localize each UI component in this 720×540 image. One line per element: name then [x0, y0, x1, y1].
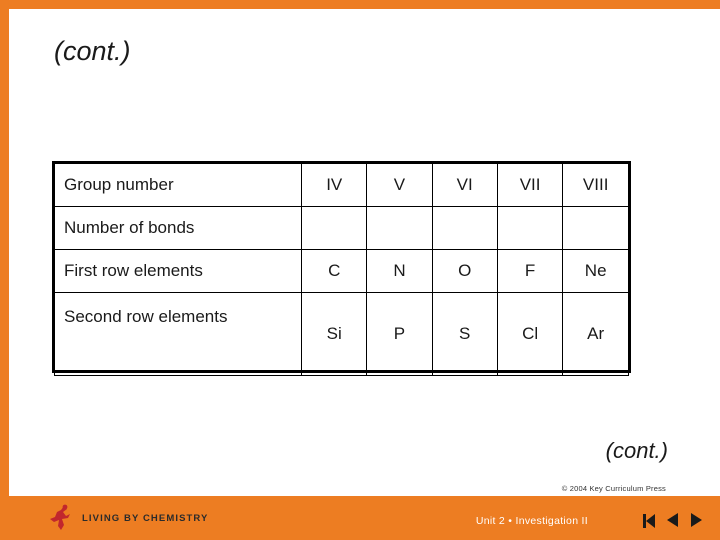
logo-text: LIVING BY CHEMISTRY — [82, 512, 209, 524]
footer-text: Unit 2 • Investigation II — [475, 515, 588, 527]
table-cell — [366, 206, 433, 250]
table-cell: VIII — [562, 163, 629, 207]
table-cell — [431, 206, 498, 250]
row-label: Number of bonds — [53, 206, 303, 250]
copyright-text: © 2004 Key Curriculum Press — [561, 484, 666, 493]
table-row: First row elements C N O F Ne — [53, 249, 629, 293]
continued-label: (cont.) — [605, 438, 668, 463]
table-cell: F — [496, 249, 564, 293]
table-cell: S — [431, 292, 498, 376]
runner-logo-icon — [46, 503, 76, 533]
table-row: Second row elements Si P S Cl Ar — [53, 292, 629, 376]
table-cell: O — [431, 249, 498, 293]
slide: (cont.) Group number IV V VI VII VIII Nu… — [0, 0, 720, 540]
table-cell: Cl — [496, 292, 564, 376]
first-slide-icon[interactable] — [643, 513, 658, 528]
table-cell: VII — [496, 163, 564, 207]
previous-slide-icon[interactable] — [667, 513, 682, 528]
row-label: Group number — [53, 163, 303, 207]
table-cell: C — [301, 249, 368, 293]
table-cell: V — [366, 163, 433, 207]
table-cell: Ar — [562, 292, 629, 376]
table-cell: IV — [301, 163, 368, 207]
top-accent-bar — [0, 0, 720, 9]
table-row: Group number IV V VI VII VIII — [53, 163, 629, 207]
row-label: Second row elements — [53, 292, 303, 376]
row-label: First row elements — [53, 249, 303, 293]
logo: LIVING BY CHEMISTRY — [46, 503, 211, 533]
table-cell: Si — [301, 292, 368, 376]
table-row: Number of bonds — [53, 206, 629, 250]
table-cell — [562, 206, 629, 250]
table-cell: VI — [431, 163, 498, 207]
table-cell — [301, 206, 368, 250]
next-slide-icon[interactable] — [691, 513, 706, 528]
left-accent-bar — [0, 0, 9, 540]
table-cell: N — [366, 249, 433, 293]
elements-table: Group number IV V VI VII VIII Number of … — [53, 163, 629, 376]
table-cell: P — [366, 292, 433, 376]
table-cell: Ne — [562, 249, 629, 293]
page-title: (cont.) — [54, 36, 131, 66]
navigation-controls[interactable] — [643, 513, 706, 528]
table-cell — [496, 206, 564, 250]
